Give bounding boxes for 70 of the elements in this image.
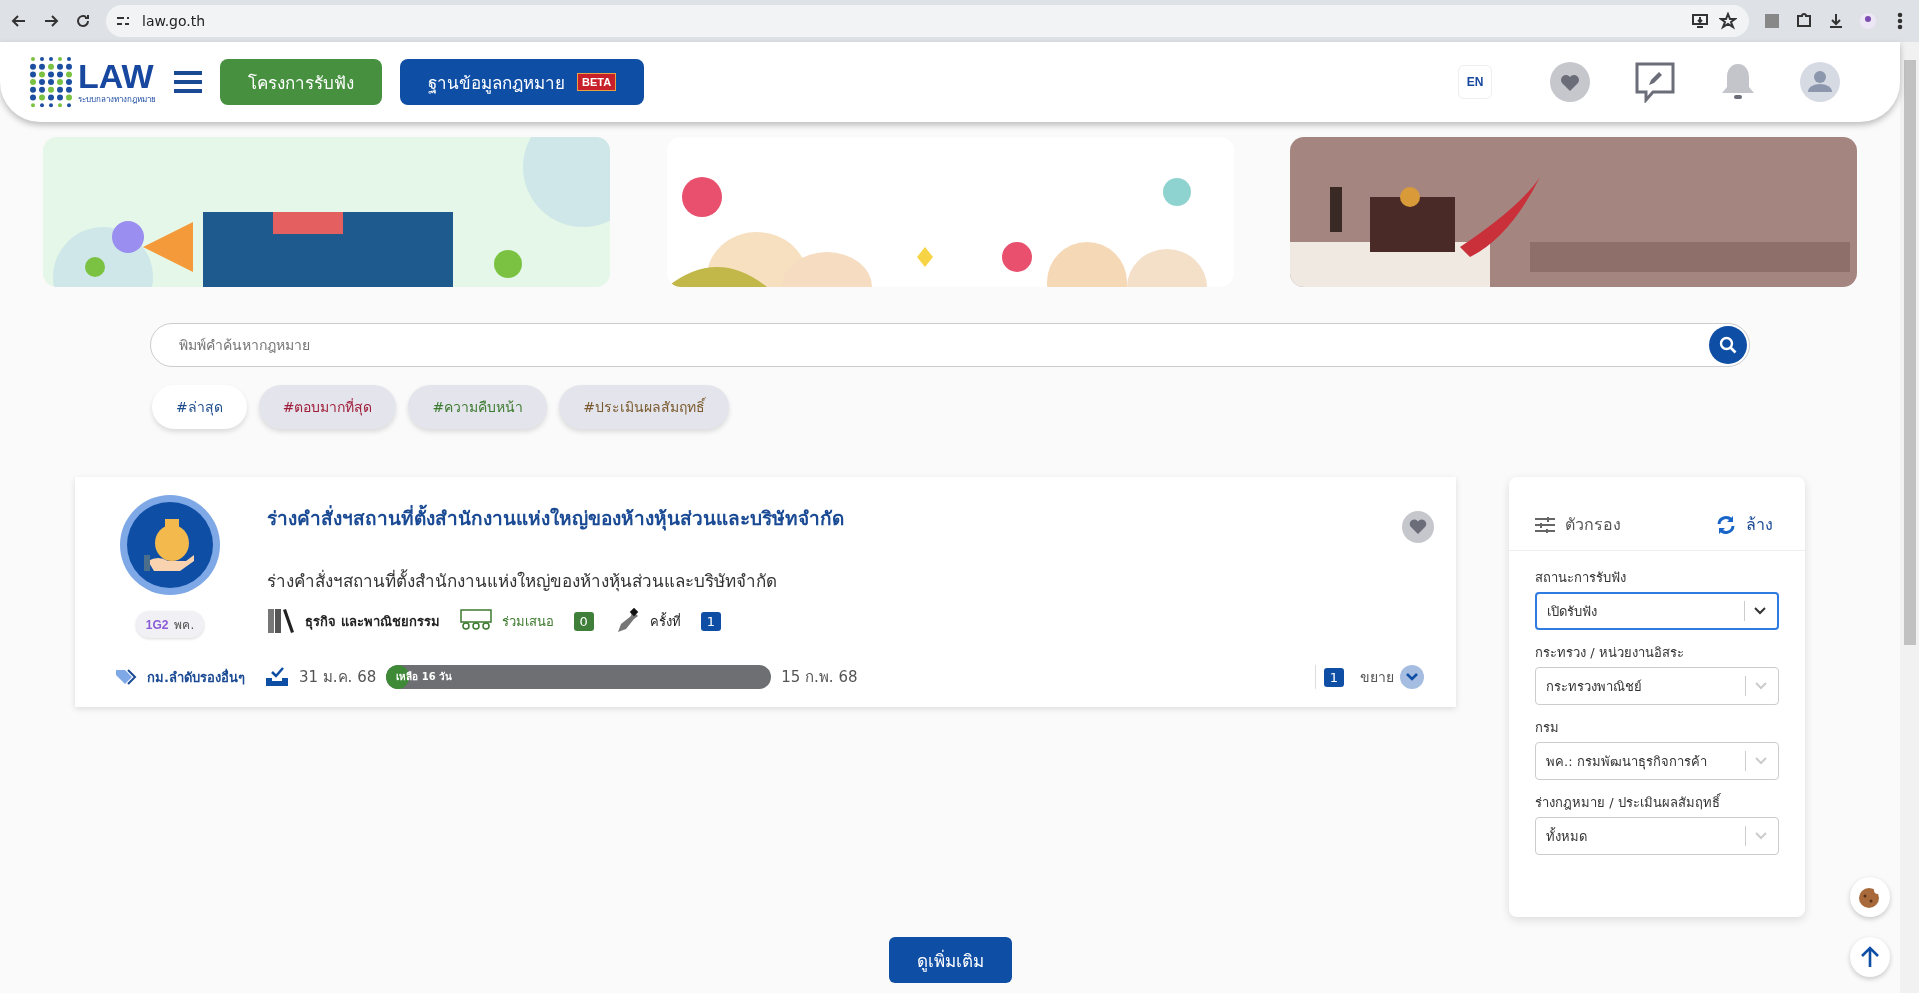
refresh-icon xyxy=(1716,514,1736,535)
filter-title: ตัวกรอง xyxy=(1565,514,1622,536)
agency-label: พค. xyxy=(174,617,195,634)
books-icon xyxy=(267,608,295,634)
end-date: 15 ก.พ. 68 xyxy=(781,667,858,688)
money-bag-icon xyxy=(120,495,220,595)
filter-label: สถานะการรับฟัง xyxy=(1535,569,1627,587)
agency-logo: 1G2 xyxy=(145,617,169,632)
category-label: ธุรกิจ และพาณิชยกรรม xyxy=(305,612,440,632)
search-field[interactable]: พิมพ์คำค้นหากฎหมาย xyxy=(150,323,1750,367)
beta-badge: BETA xyxy=(577,73,617,91)
participants-count: 0 xyxy=(573,611,594,631)
language-button[interactable]: EN xyxy=(1458,65,1492,99)
version-count: 1 xyxy=(1323,667,1344,687)
clear-button[interactable]: ล้าง xyxy=(1710,511,1779,538)
filter-select[interactable]: เปิดรับฟัง xyxy=(1535,592,1779,630)
chevron-down-icon xyxy=(1406,673,1418,681)
reload-icon[interactable] xyxy=(74,12,92,30)
profile-icon[interactable] xyxy=(1859,12,1877,30)
nav-button[interactable]: โครงการรับฟัง xyxy=(220,59,382,105)
load-more-button[interactable]: ดูเพิ่มเติม xyxy=(888,937,1012,983)
address-bar[interactable]: law.go.th xyxy=(106,5,1749,37)
logo-mark-icon xyxy=(28,55,74,109)
chevron-down-icon xyxy=(1754,681,1768,691)
filter-label: กรม xyxy=(1535,719,1560,737)
extension-icon[interactable] xyxy=(1763,12,1781,30)
favorite-button[interactable] xyxy=(1402,511,1434,543)
cookie-button[interactable] xyxy=(1850,877,1890,917)
chevron-down-icon xyxy=(1753,606,1767,616)
scroll-top-button[interactable] xyxy=(1850,937,1890,977)
expand-label: ขยาย xyxy=(1360,668,1394,687)
nav-button[interactable]: ฐานข้อมูลกฎหมาย BETA xyxy=(400,59,645,105)
sliders-icon xyxy=(1535,516,1555,533)
avatar-icon[interactable] xyxy=(1800,62,1840,102)
start-date: 31 ม.ค. 68 xyxy=(299,667,377,688)
scrollbar-thumb[interactable] xyxy=(1903,60,1916,645)
chevron-down-icon xyxy=(1754,831,1768,841)
filter-select[interactable]: กระทรวงพาณิชย์ xyxy=(1535,667,1779,705)
logo-title: LAW xyxy=(78,58,155,93)
site-logo[interactable]: LAW ระบบกลางทางกฎหมาย xyxy=(28,55,156,109)
tag-icon xyxy=(115,668,137,686)
filter-label: ร่างกฎหมาย / ประเมินผลสัมฤทธิ์ xyxy=(1535,792,1722,812)
remaining-days: เหลือ 16 วัน xyxy=(396,669,453,684)
chevron-down-icon xyxy=(1754,756,1768,766)
arrow-up-icon xyxy=(1860,946,1880,968)
hashtag-chip[interactable]: #ตอบมากที่สุด xyxy=(258,385,397,429)
category-tag-link[interactable]: กม.ลำดับรองอื่นๆ xyxy=(147,666,255,688)
round-count: 1 xyxy=(700,611,722,631)
star-icon[interactable] xyxy=(1719,12,1737,30)
expand-button[interactable] xyxy=(1400,665,1424,689)
law-title[interactable]: ร่างคำสั่งฯสถานที่ตั้งสำนักงานแห่งใหญ่ของห้างหุ้นส่วนและบริษัทจำกัด xyxy=(267,503,844,533)
inbox-check-icon xyxy=(265,666,289,688)
heart-icon xyxy=(1409,519,1427,535)
hashtag-chip[interactable]: #ความคืบหน้า xyxy=(408,385,548,429)
hashtag-chip[interactable]: #ล่าสุด xyxy=(152,385,247,429)
logo-subtitle: ระบบกลางทางกฎหมาย xyxy=(78,93,156,106)
filter-select[interactable]: พค.: กรมพัฒนาธุรกิจการค้า xyxy=(1535,742,1779,780)
law-description: ร่างคำสั่งฯสถานที่ตั้งสำนักงานแห่งใหญ่ของห้างหุ้นส่วนและบริษัทจำกัด xyxy=(267,568,778,594)
install-icon[interactable] xyxy=(1691,12,1709,30)
cookie-icon xyxy=(1858,886,1882,908)
filter-label: กระทรวง / หน่วยงานอิสระ xyxy=(1535,644,1685,662)
filter-select[interactable]: ทั้งหมด xyxy=(1535,817,1779,855)
hashtag-chip[interactable]: #ประเมินผลสัมฤทธิ์ xyxy=(559,385,729,429)
menu-icon[interactable] xyxy=(174,70,202,94)
comment-edit-icon[interactable] xyxy=(1634,61,1676,103)
participants-label: ร่วมเสนอ xyxy=(501,612,554,631)
url-text: law.go.th xyxy=(142,13,207,29)
round-label: ครั้งที่ xyxy=(649,611,681,631)
download-icon[interactable] xyxy=(1827,12,1845,30)
search-icon xyxy=(1719,336,1737,354)
